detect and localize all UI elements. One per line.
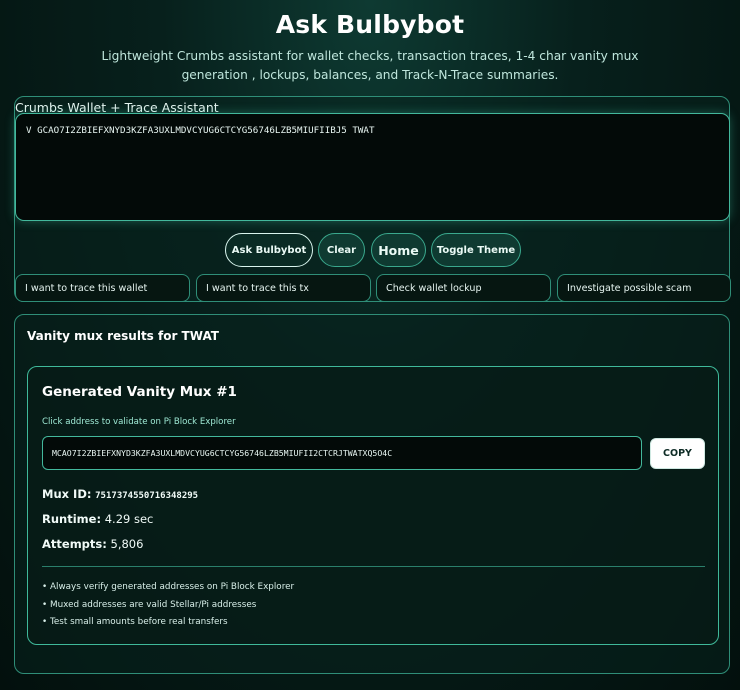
runtime-label: Runtime: [42,512,102,526]
toggle-theme-button[interactable]: Toggle Theme [431,233,521,267]
vanity-mux-card: Generated Vanity Mux #1 Click address to… [27,366,719,645]
quick-prompt-trace-tx[interactable]: I want to trace this tx [196,274,371,302]
results-title: Vanity mux results for TWAT [27,329,219,343]
action-buttons: Ask Bulbybot Clear Home Toggle Theme [15,233,731,269]
mux-id-row: Mux ID: 7517374550716348295 [42,487,198,501]
quick-prompt-trace-wallet[interactable]: I want to trace this wallet [15,274,190,302]
assistant-panel: Crumbs Wallet + Trace Assistant V GCAO7I… [14,96,731,302]
quick-prompts: I want to trace this wallet I want to tr… [15,274,731,302]
page-subtitle: Lightweight Crumbs assistant for wallet … [101,49,639,82]
tip-test: • Test small amounts before real transfe… [42,617,228,627]
page-title: Ask Bulbybot [275,10,465,39]
quick-prompt-scam[interactable]: Investigate possible scam [557,274,731,302]
ask-button[interactable]: Ask Bulbybot [225,233,313,267]
attempts-label: Attempts: [42,537,107,551]
card-title: Generated Vanity Mux #1 [42,384,237,400]
mux-id-value: 7517374550716348295 [95,491,199,501]
divider [42,566,705,567]
query-input[interactable]: V GCAO7I2ZBIEFXNYD3KZFA3UXLMDVCYUG6CTCYG… [15,113,730,221]
runtime-value: 4.29 sec [104,512,154,526]
quick-prompt-lockup[interactable]: Check wallet lockup [376,274,551,302]
copy-button[interactable]: COPY [650,438,705,469]
home-button[interactable]: Home [371,233,426,267]
explorer-hint: Click address to validate on Pi Block Ex… [42,417,236,427]
results-panel: Vanity mux results for TWAT Generated Va… [14,314,730,674]
mux-id-label: Mux ID: [42,487,92,501]
runtime-row: Runtime: 4.29 sec [42,512,153,526]
attempts-value: 5,806 [110,537,144,551]
attempts-row: Attempts: 5,806 [42,537,143,551]
clear-button[interactable]: Clear [318,233,365,267]
tip-valid: • Muxed addresses are valid Stellar/Pi a… [42,600,257,610]
muxed-address-link[interactable]: MCAO7I2ZBIEFXNYD3KZFA3UXLMDVCYUG6CTCYG56… [42,436,642,470]
tip-verify: • Always verify generated addresses on P… [42,582,295,592]
